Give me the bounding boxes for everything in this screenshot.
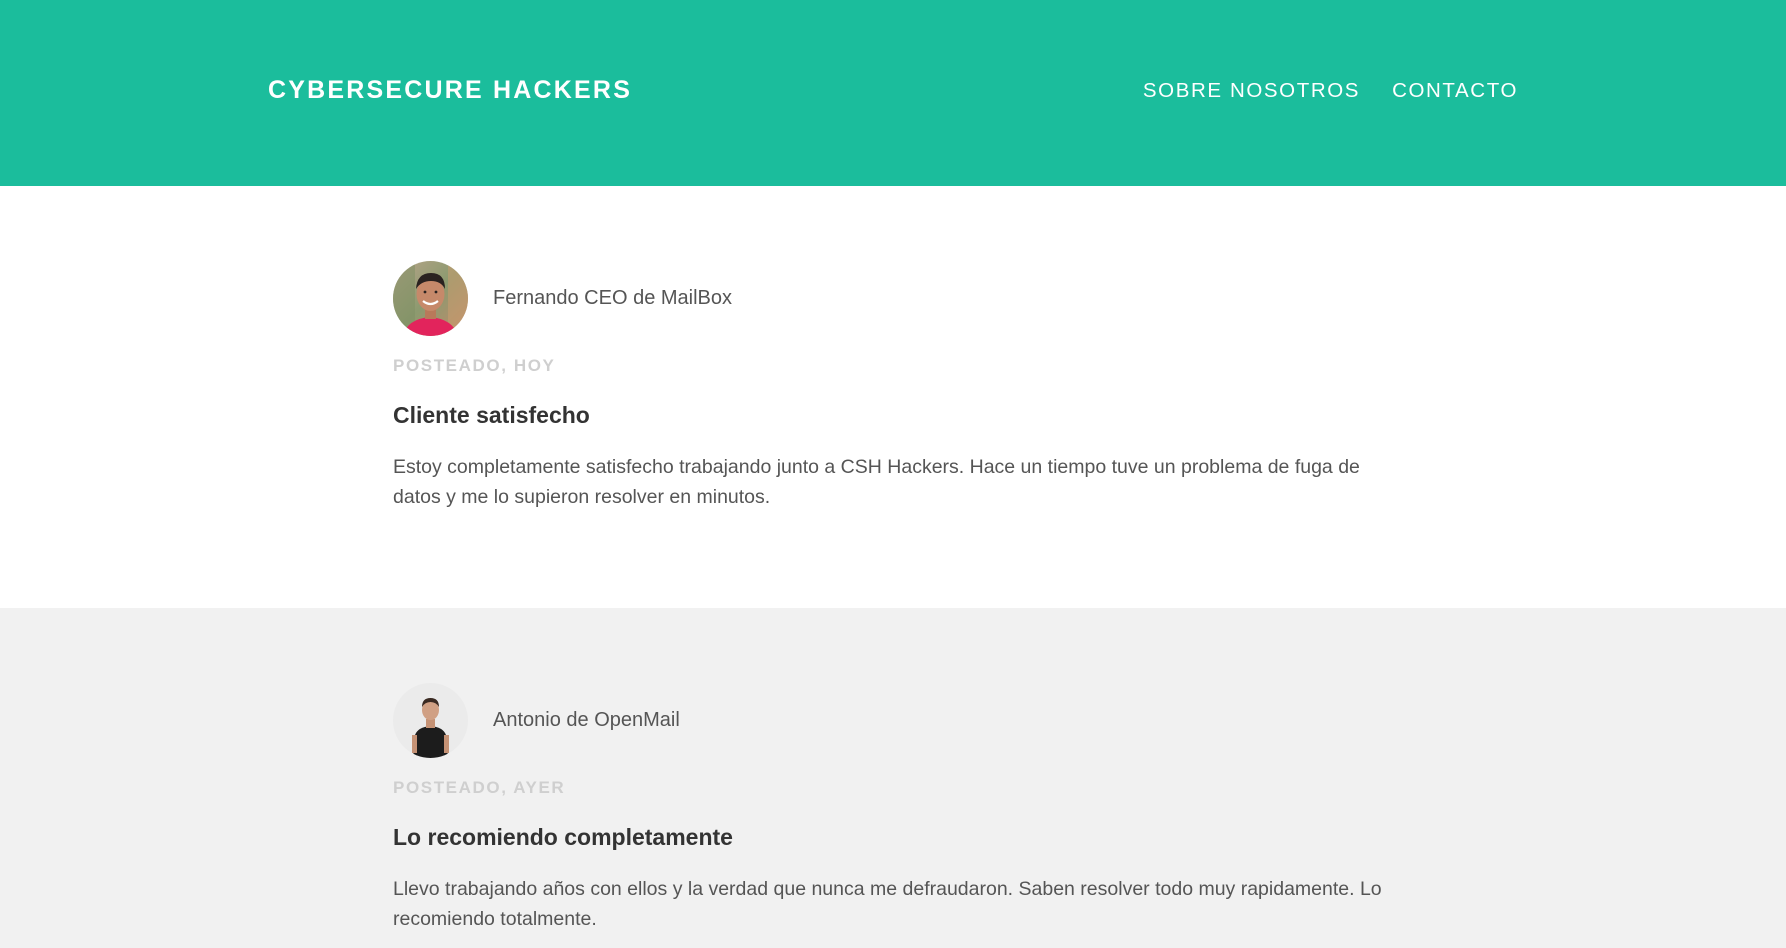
fernando-avatar-image xyxy=(393,261,468,336)
post-title: Cliente satisfecho xyxy=(393,402,590,428)
author-avatar xyxy=(393,261,468,336)
author-avatar xyxy=(393,683,468,758)
posted-date: POSTEADO, HOY xyxy=(393,356,556,375)
nav-link-sobre-nosotros[interactable]: SOBRE NOSOTROS xyxy=(1143,79,1360,103)
brand-logo-link[interactable]: CYBERSECURE HACKERS xyxy=(268,76,632,105)
posted-date: POSTEADO, AYER xyxy=(393,778,566,797)
author-name: Fernando CEO de MailBox xyxy=(493,287,733,309)
author-info: Fernando CEO de MailBox xyxy=(393,261,732,336)
antonio-avatar-image xyxy=(393,683,468,758)
nav-link-contacto[interactable]: CONTACTO xyxy=(1392,79,1518,103)
post-text: Llevo trabajando años con ellos y la ver… xyxy=(393,878,1382,930)
author-info: Antonio de OpenMail xyxy=(393,683,680,758)
post-text: Estoy completamente satisfecho trabajand… xyxy=(393,456,1360,508)
testimonial-post: Fernando CEO de MailBox POSTEADO, HOY Cl… xyxy=(0,186,1786,608)
site-header: CYBERSECURE HACKERS SOBRE NOSOTROS CONTA… xyxy=(0,0,1786,186)
post-title: Lo recomiendo completamente xyxy=(393,824,733,850)
main-nav: SOBRE NOSOTROS CONTACTO xyxy=(1143,79,1518,103)
author-name: Antonio de OpenMail xyxy=(493,709,680,731)
testimonial-post: Antonio de OpenMail POSTEADO, AYER Lo re… xyxy=(0,608,1786,948)
